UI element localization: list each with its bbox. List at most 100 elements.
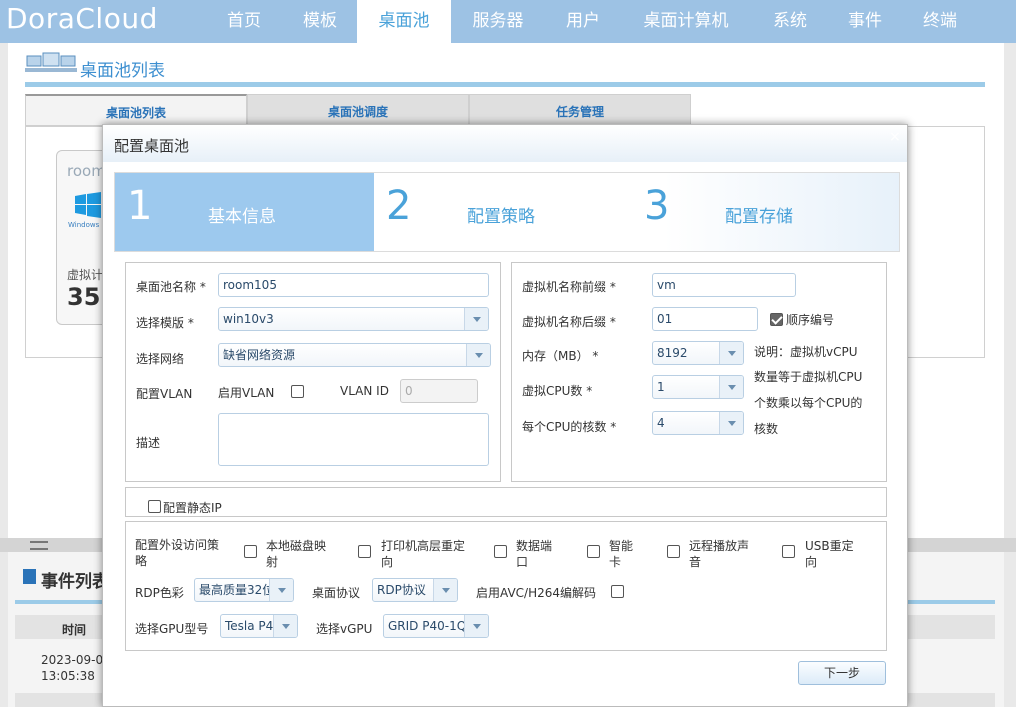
chevron-down-icon[interactable]: [719, 412, 743, 434]
chevron-down-icon[interactable]: [269, 579, 293, 601]
sequential-numbering-checkbox[interactable]: [770, 313, 783, 326]
step-label: 配置存储: [725, 207, 793, 227]
network-select[interactable]: 缺省网络资源: [218, 343, 491, 367]
chevron-down-icon[interactable]: [433, 579, 457, 601]
usb-redirect-checkbox[interactable]: [782, 545, 795, 558]
pool-card-name: room: [67, 162, 106, 180]
step-number: 3: [644, 183, 670, 229]
step-label: 基本信息: [208, 207, 276, 227]
vcpu-note-line2: 数量等于虚拟机CPU: [754, 370, 863, 384]
tab-task-management[interactable]: 任务管理: [469, 94, 691, 126]
event-time: 13:05:38: [41, 669, 95, 683]
nav-item-desktop-pool[interactable]: 桌面池: [357, 0, 451, 43]
nav-item-home[interactable]: 首页: [208, 0, 280, 43]
vm-prefix-input[interactable]: vm: [652, 273, 796, 297]
top-nav-bar: DoraCloud 首页 模板 桌面池 服务器 用户 桌面计算机 系统 事件 终…: [0, 0, 1016, 43]
next-button[interactable]: 下一步: [798, 661, 886, 685]
network-label: 选择网络: [136, 352, 185, 366]
nav-item-system[interactable]: 系统: [754, 0, 826, 43]
protocol-select[interactable]: RDP协议: [372, 578, 458, 602]
static-ip-checkbox[interactable]: [148, 500, 161, 513]
basic-info-panel: 桌面池名称 * room105 选择模版 * win10v3 选择网络 缺省网络…: [125, 262, 501, 482]
sequential-numbering-label: 顺序编号: [786, 313, 835, 327]
printer-redirect-checkbox[interactable]: [358, 545, 371, 558]
template-value: win10v3: [223, 312, 274, 326]
nav-item-desktop-computers[interactable]: 桌面计算机: [626, 0, 746, 43]
document-icon: [23, 569, 36, 584]
vlan-id-label: VLAN ID: [340, 384, 389, 398]
chevron-down-icon[interactable]: [719, 342, 743, 364]
step-number: 1: [127, 183, 153, 229]
network-value: 缺省网络资源: [223, 348, 296, 362]
data-port-label-2: 口: [516, 555, 529, 569]
vgpu-select[interactable]: GRID P40-1Q: [383, 614, 489, 638]
vm-suffix-input[interactable]: 01: [652, 307, 758, 331]
usb-redirect-label-2: 向: [805, 555, 818, 569]
nav-item-users[interactable]: 用户: [548, 0, 618, 43]
rdp-color-label: RDP色彩: [135, 586, 184, 600]
protocol-value: RDP协议: [377, 583, 426, 597]
tab-desktop-pool-list[interactable]: 桌面池列表: [25, 94, 247, 126]
rdp-color-select[interactable]: 最高质量32位: [194, 578, 294, 602]
chevron-down-icon[interactable]: [719, 376, 743, 398]
nav-item-events[interactable]: 事件: [829, 0, 901, 43]
close-icon[interactable]: ×: [889, 129, 901, 145]
cores-select[interactable]: 4: [652, 411, 744, 435]
windows-logo-icon: [75, 192, 101, 218]
description-label: 描述: [136, 436, 161, 450]
cores-label: 每个CPU的核数 *: [522, 420, 617, 434]
dialog-title: 配置桌面池: [114, 137, 190, 155]
splitter-grip-icon[interactable]: [30, 541, 48, 550]
data-port-checkbox[interactable]: [494, 545, 507, 558]
nav-item-servers[interactable]: 服务器: [455, 0, 541, 43]
chevron-down-icon[interactable]: [273, 615, 297, 637]
vcpu-select[interactable]: 1: [652, 375, 744, 399]
pool-name-input[interactable]: room105: [218, 273, 489, 297]
usb-redirect-label-1: USB重定: [805, 539, 854, 553]
step-policy[interactable]: 2 配置策略: [374, 173, 632, 251]
gpu-select[interactable]: Tesla P40: [220, 614, 298, 638]
memory-select[interactable]: 8192: [652, 341, 744, 365]
smart-card-label-1: 智能: [609, 539, 634, 553]
desktop-pool-icon: [25, 52, 77, 72]
chevron-down-icon[interactable]: [466, 344, 490, 366]
description-textarea[interactable]: [218, 413, 489, 466]
local-disk-mapping-checkbox[interactable]: [244, 545, 257, 558]
pool-name-label: 桌面池名称 *: [136, 280, 206, 294]
nav-item-templates[interactable]: 模板: [284, 0, 356, 43]
chevron-down-icon[interactable]: [464, 615, 488, 637]
vm-prefix-label: 虚拟机名称前缀 *: [522, 280, 616, 294]
vgpu-label: 选择vGPU: [316, 622, 373, 636]
step-number: 2: [386, 183, 412, 229]
wizard-steps: 1 基本信息 2 配置策略 3 配置存储: [114, 172, 900, 252]
vcpu-value: 1: [657, 380, 665, 394]
remote-audio-label-2: 音: [689, 555, 702, 569]
tab-desktop-pool-schedule[interactable]: 桌面池调度: [247, 94, 469, 126]
local-disk-mapping-label-1: 本地磁盘映: [266, 539, 327, 553]
dialog-header: 配置桌面池 ×: [103, 125, 907, 162]
step-basic-info[interactable]: 1 基本信息: [115, 173, 374, 251]
os-label: Windows: [68, 221, 100, 229]
avc-label: 启用AVC/H264编解码: [476, 586, 597, 600]
printer-redirect-label-1: 打印机高层重定: [381, 539, 466, 553]
vlan-id-input[interactable]: 0: [400, 379, 478, 403]
step-storage[interactable]: 3 配置存储: [632, 173, 900, 251]
remote-audio-checkbox[interactable]: [667, 545, 680, 558]
vm-count: 35: [67, 283, 101, 311]
avc-checkbox[interactable]: [611, 585, 624, 598]
enable-vlan-checkbox[interactable]: [291, 385, 304, 398]
vgpu-value: GRID P40-1Q: [388, 619, 467, 633]
template-select[interactable]: win10v3: [218, 307, 489, 331]
static-ip-panel: 配置静态IP: [125, 487, 887, 517]
policy-panel: 配置外设访问策 略 本地磁盘映 射 打印机高层重定 向 数据端 口 智能 卡 远…: [125, 521, 887, 651]
chevron-down-icon[interactable]: [464, 308, 488, 330]
app-logo[interactable]: DoraCloud: [6, 2, 158, 35]
nav-item-terminals[interactable]: 终端: [904, 0, 976, 43]
events-title: 事件列表: [41, 572, 109, 592]
vm-count-label: 虚拟计: [67, 268, 104, 282]
page-title: 桌面池列表: [80, 61, 165, 81]
smart-card-checkbox[interactable]: [587, 545, 600, 558]
configure-pool-dialog: 配置桌面池 × 1 基本信息 2 配置策略 3 配置存储 桌面池名称 * roo…: [102, 124, 908, 707]
static-ip-label: 配置静态IP: [163, 501, 222, 515]
events-col-time[interactable]: 时间: [62, 621, 86, 638]
